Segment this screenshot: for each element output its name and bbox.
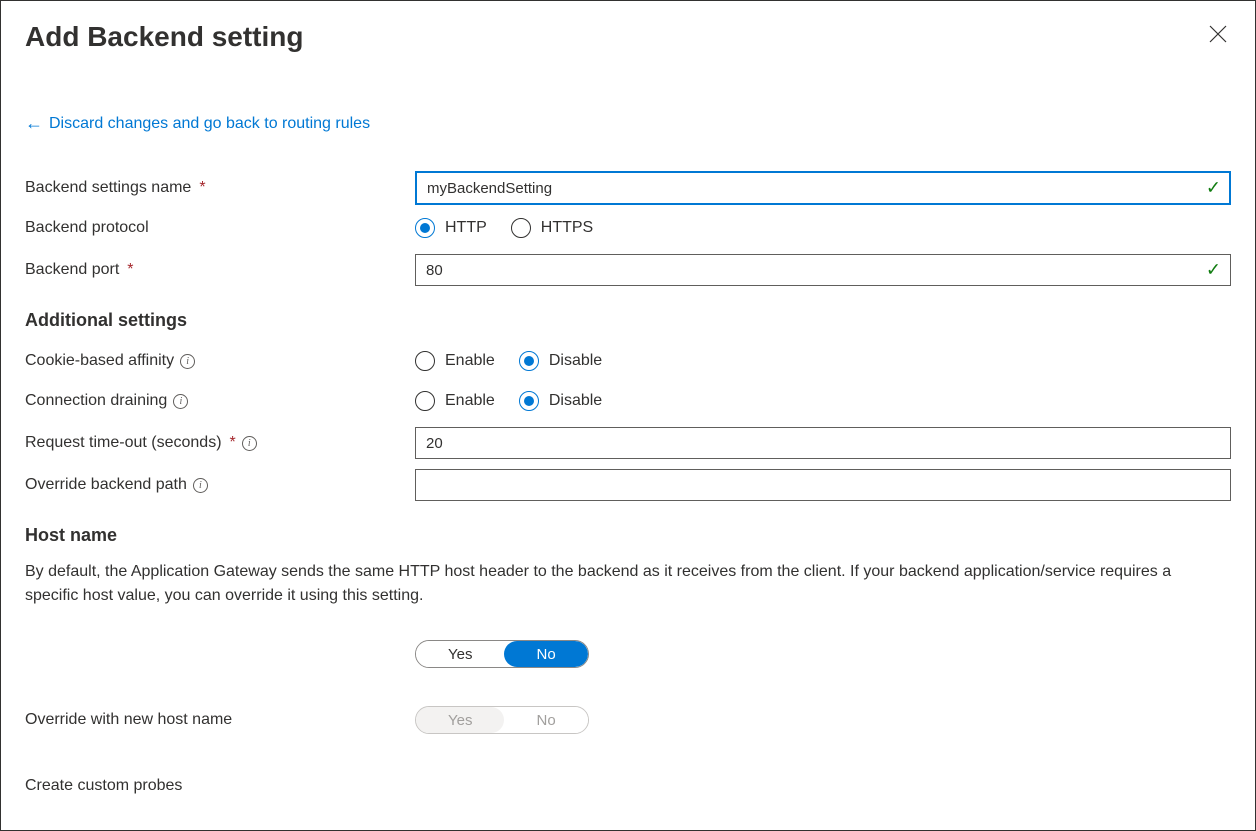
- host-name-heading: Host name: [25, 525, 1231, 546]
- request-timeout-input[interactable]: [415, 427, 1231, 459]
- override-path-input[interactable]: [415, 469, 1231, 501]
- port-input[interactable]: [415, 254, 1231, 286]
- protocol-http-radio[interactable]: HTTP: [415, 218, 487, 238]
- label-override-path: Override backend path i: [25, 476, 415, 494]
- panel-header: Add Backend setting: [25, 21, 1231, 53]
- host-override-no[interactable]: No: [504, 641, 587, 667]
- cookie-enable-radio[interactable]: Enable: [415, 351, 495, 371]
- info-icon[interactable]: i: [180, 354, 195, 369]
- protocol-radio-group: HTTP HTTPS: [415, 218, 1231, 238]
- override-new-hostname-toggle: Yes No: [415, 706, 589, 734]
- connection-draining-radio-group: Enable Disable: [415, 391, 1231, 411]
- draining-enable-radio[interactable]: Enable: [415, 391, 495, 411]
- info-icon[interactable]: i: [173, 394, 188, 409]
- radio-unselected-icon: [415, 391, 435, 411]
- row-override-path: Override backend path i: [25, 467, 1231, 503]
- panel-title: Add Backend setting: [25, 21, 303, 53]
- draining-disable-radio[interactable]: Disable: [519, 391, 602, 411]
- label-cookie-affinity: Cookie-based affinity i: [25, 352, 415, 370]
- radio-selected-icon: [519, 351, 539, 371]
- override-new-no: No: [504, 707, 587, 733]
- host-override-yes[interactable]: Yes: [416, 641, 504, 667]
- host-override-toggle: Yes No: [415, 640, 589, 668]
- row-override-new-hostname: Override with new host name Yes No: [25, 704, 1231, 736]
- arrow-left-icon: ←: [25, 113, 43, 134]
- cookie-affinity-radio-group: Enable Disable: [415, 351, 1231, 371]
- label-custom-probes: Create custom probes: [25, 777, 415, 795]
- label-settings-name: Backend settings name*: [25, 179, 415, 197]
- close-icon: [1209, 25, 1227, 43]
- label-connection-draining: Connection draining i: [25, 392, 415, 410]
- row-request-timeout: Request time-out (seconds)* i: [25, 425, 1231, 461]
- row-settings-name: Backend settings name* ✓: [25, 170, 1231, 206]
- settings-name-input[interactable]: [415, 171, 1231, 205]
- required-icon: *: [230, 434, 236, 452]
- row-custom-probes: Create custom probes: [25, 770, 1231, 802]
- row-port: Backend port* ✓: [25, 252, 1231, 288]
- row-connection-draining: Connection draining i Enable Disable: [25, 385, 1231, 417]
- additional-settings-heading: Additional settings: [25, 310, 1231, 331]
- info-icon[interactable]: i: [193, 478, 208, 493]
- row-cookie-affinity: Cookie-based affinity i Enable Disable: [25, 345, 1231, 377]
- label-override-new-hostname: Override with new host name: [25, 711, 415, 729]
- required-icon: *: [199, 179, 205, 197]
- discard-back-link[interactable]: ← Discard changes and go back to routing…: [25, 113, 370, 134]
- required-icon: *: [127, 261, 133, 279]
- info-icon[interactable]: i: [242, 436, 257, 451]
- radio-unselected-icon: [511, 218, 531, 238]
- label-port: Backend port*: [25, 261, 415, 279]
- protocol-https-radio[interactable]: HTTPS: [511, 218, 593, 238]
- label-request-timeout: Request time-out (seconds)* i: [25, 434, 415, 452]
- back-link-text: Discard changes and go back to routing r…: [49, 115, 370, 133]
- label-protocol: Backend protocol: [25, 219, 415, 237]
- row-protocol: Backend protocol HTTP HTTPS: [25, 212, 1231, 244]
- cookie-disable-radio[interactable]: Disable: [519, 351, 602, 371]
- radio-selected-icon: [519, 391, 539, 411]
- override-new-yes: Yes: [416, 707, 504, 733]
- radio-unselected-icon: [415, 351, 435, 371]
- radio-selected-icon: [415, 218, 435, 238]
- add-backend-setting-panel: Add Backend setting ← Discard changes an…: [0, 0, 1256, 831]
- host-name-description: By default, the Application Gateway send…: [25, 560, 1225, 608]
- close-button[interactable]: [1205, 21, 1231, 51]
- row-host-override-toggle: Yes No: [25, 638, 1231, 670]
